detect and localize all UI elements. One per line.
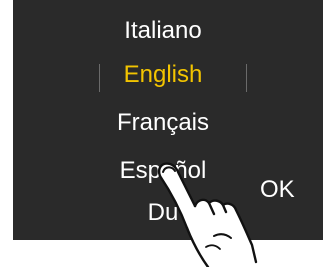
language-picker-screen: Italiano English Français Español Du OK <box>13 0 323 240</box>
language-option-english[interactable]: English <box>13 61 313 89</box>
language-option-francais[interactable]: Français <box>13 109 313 137</box>
language-option-italiano[interactable]: Italiano <box>13 17 313 45</box>
ok-button[interactable]: OK <box>260 176 295 204</box>
